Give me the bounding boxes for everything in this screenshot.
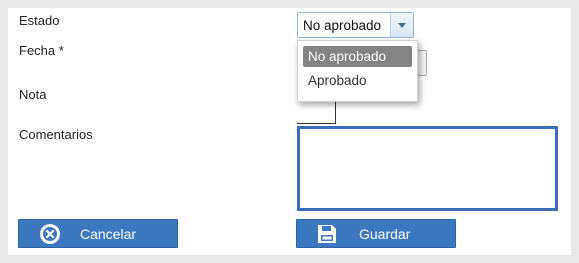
estado-select[interactable]: No aprobado xyxy=(297,12,414,38)
estado-options-list: No aprobado Aprobado xyxy=(297,40,418,102)
cancel-button-label: Cancelar xyxy=(80,226,137,242)
save-button[interactable]: Guardar xyxy=(296,219,456,248)
estado-label: Estado xyxy=(19,13,60,28)
form-panel: Estado Fecha * Nota Comentarios No aprob… xyxy=(8,8,571,255)
option-no-aprobado[interactable]: No aprobado xyxy=(303,46,412,67)
dropdown-toggle[interactable] xyxy=(390,13,413,37)
chevron-down-icon xyxy=(398,23,406,28)
cancel-button[interactable]: Cancelar xyxy=(18,219,178,248)
comentarios-textarea[interactable] xyxy=(297,126,558,211)
floppy-disk-icon xyxy=(318,225,336,243)
save-button-label: Guardar xyxy=(359,226,411,242)
comentarios-label: Comentarios xyxy=(19,127,93,142)
estado-selected-value: No aprobado xyxy=(303,18,382,33)
close-circle-icon xyxy=(40,224,60,244)
option-aprobado[interactable]: Aprobado xyxy=(303,70,412,91)
fecha-label: Fecha * xyxy=(19,43,64,58)
nota-label: Nota xyxy=(19,87,47,102)
